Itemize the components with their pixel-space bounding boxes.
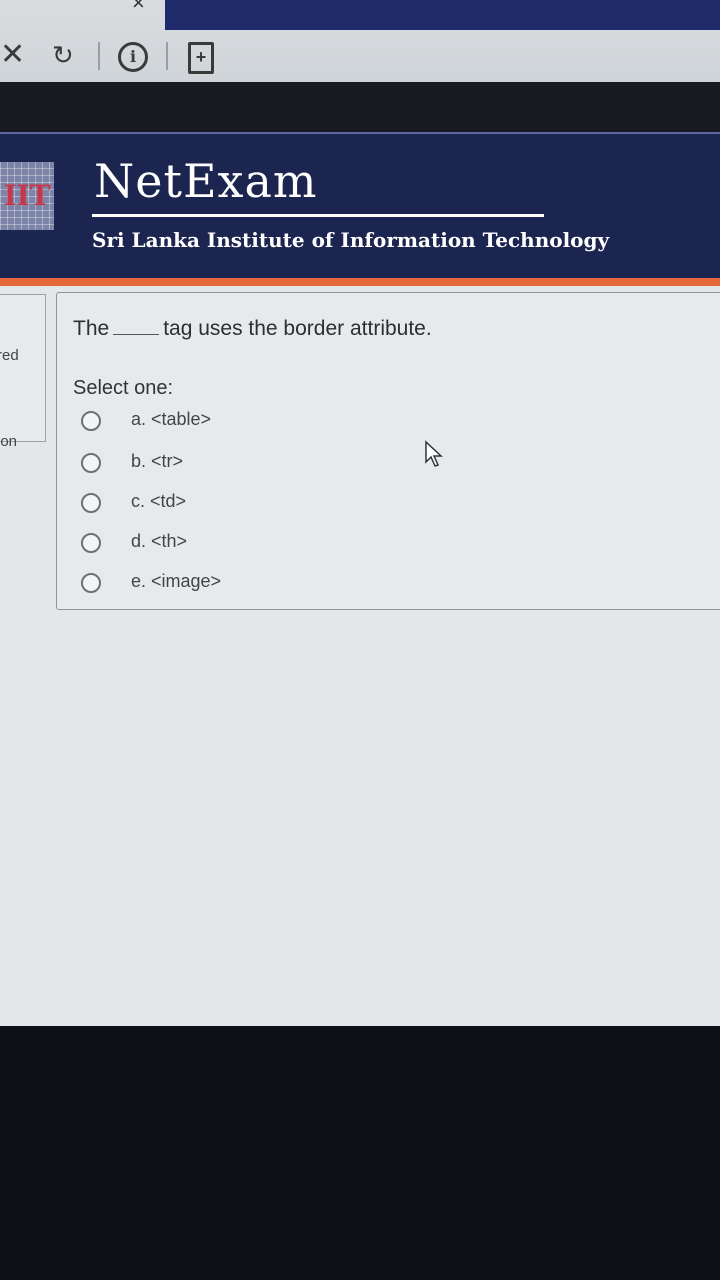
site-header: IIT NetExam Sri Lanka Institute of Infor… xyxy=(0,132,720,280)
radio-button[interactable] xyxy=(81,573,101,593)
institute-logo[interactable]: IIT xyxy=(0,162,54,230)
info-fragment: red xyxy=(0,347,19,364)
institute-name: Sri Lanka Institute of Information Techn… xyxy=(92,228,610,252)
option-label[interactable]: c. <td> xyxy=(131,491,186,512)
reload-icon[interactable]: ↻ xyxy=(52,38,74,72)
option-label[interactable]: a. <table> xyxy=(131,409,211,430)
radio-button[interactable] xyxy=(81,533,101,553)
question-card: The tag uses the border attribute. Select… xyxy=(56,292,720,610)
brand-title[interactable]: NetExam xyxy=(94,154,318,208)
browser-toolbar: ✕ ↻ i + xyxy=(0,38,720,74)
info-fragment: ion xyxy=(0,433,18,450)
option-label[interactable]: e. <image> xyxy=(131,571,221,592)
question-suffix: tag uses the border attribute. xyxy=(163,317,432,340)
page-icon[interactable]: + xyxy=(188,42,214,74)
main-content: red ion The tag uses the border attribute… xyxy=(0,286,720,1026)
radio-button[interactable] xyxy=(81,493,101,513)
toolbar-divider xyxy=(98,42,100,70)
header-accent-bar xyxy=(0,278,720,286)
screen-bezel-bottom xyxy=(0,1026,720,1280)
info-icon[interactable]: i xyxy=(118,42,148,72)
question-blank xyxy=(113,334,160,335)
option-label[interactable]: b. <tr> xyxy=(131,451,183,472)
radio-button[interactable] xyxy=(81,453,101,473)
select-prompt: Select one: xyxy=(73,377,174,399)
question-info-panel: red ion xyxy=(0,294,46,450)
screen-bezel xyxy=(0,82,720,132)
tab-bar xyxy=(165,0,720,30)
question-text: The tag uses the border attribute. xyxy=(73,317,432,341)
browser-chrome: × ✕ ↻ i + xyxy=(0,0,720,82)
question-prefix: The xyxy=(73,317,110,340)
brand-underline xyxy=(92,214,544,217)
stop-icon[interactable]: ✕ xyxy=(0,38,25,72)
option-label[interactable]: d. <th> xyxy=(131,531,187,552)
tab-close-icon[interactable]: × xyxy=(132,0,145,16)
mouse-pointer-icon xyxy=(425,440,443,467)
toolbar-divider xyxy=(166,42,168,70)
radio-button[interactable] xyxy=(81,411,101,431)
logo-text: IIT xyxy=(3,179,51,212)
